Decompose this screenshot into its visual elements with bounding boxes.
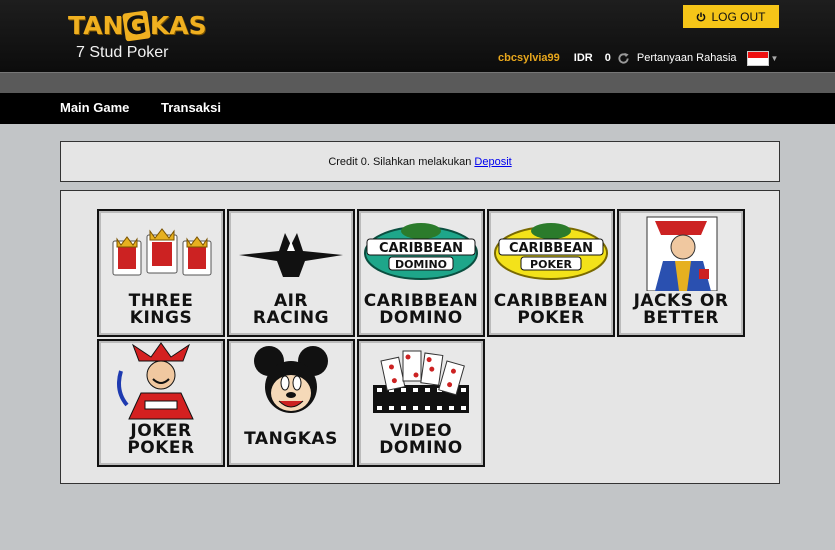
game-title: POKER [127,438,195,458]
game-tile-air-racing[interactable]: AIR RACING [227,209,355,337]
domino-film-icon [373,350,469,413]
header-divider-bar [0,72,835,93]
mickey-mouse-icon [254,346,328,413]
game-panel: THREE KINGS AIR RACING CARIBBEAN DOMINO … [60,190,780,484]
game-title: DOMINO [379,308,463,328]
game-tile-video-domino[interactable]: VIDEO DOMINO [357,339,485,467]
logo-text: CARIBBEAN [509,241,593,256]
game-title: TANGKAS [244,429,338,449]
logout-button[interactable]: LOG OUT [683,5,779,28]
three-kings-cards-icon [112,228,212,276]
tangkas-logo[interactable]: TANGKAS 7 Stud Poker [68,10,207,64]
game-tile-three-kings[interactable]: THREE KINGS [97,209,225,337]
indonesia-flag-icon[interactable] [746,50,769,66]
game-grid: THREE KINGS AIR RACING CARIBBEAN DOMINO … [97,209,745,467]
power-icon [697,12,706,22]
logo-wordmark: TANGKAS [68,9,207,42]
game-tile-tangkas[interactable]: TANGKAS [227,339,355,467]
deposit-link[interactable]: Deposit [474,156,511,168]
caribbean-poker-logo-icon: CARIBBEAN POKER [494,223,608,280]
game-title: POKER [517,308,585,328]
game-title: BETTER [643,308,719,328]
nav-item-transaksi[interactable]: Transaksi [161,100,221,115]
main-nav: Main Game Transaksi [0,93,835,124]
chevron-down-icon[interactable]: ▼ [771,54,779,63]
logo-text: DOMINO [395,258,447,271]
joker-icon [117,342,194,420]
game-title: KINGS [129,308,193,328]
logo-text: CARIBBEAN [379,241,463,256]
game-tile-caribbean-domino[interactable]: CARIBBEAN DOMINO CARIBBEAN DOMINO [357,209,485,337]
credit-message: Credit 0. Silahkan melakukan [328,155,472,168]
caribbean-domino-logo-icon: CARIBBEAN DOMINO [364,223,478,280]
nav-item-main-game[interactable]: Main Game [60,100,129,115]
logo-subtitle: 7 Stud Poker [76,44,169,61]
top-header: TANGKAS 7 Stud Poker LOG OUT cbcsylvia99… [0,0,835,72]
game-tile-joker-poker[interactable]: JOKER POKER [97,339,225,467]
currency-label: IDR [573,52,593,64]
fighter-jet-icon [239,233,343,277]
secret-question-link[interactable]: Pertanyaan Rahasia [637,52,737,64]
username[interactable]: cbcsylvia99 [498,52,560,64]
logout-label: LOG OUT [711,9,766,24]
balance-value: 0 [604,52,611,64]
account-bar: cbcsylvia99 IDR 0 Pertanyaan Rahasia ▼ [498,49,778,67]
logo-text: POKER [530,258,572,271]
game-tile-jacks-or-better[interactable]: JACKS OR BETTER [617,209,745,337]
game-tile-caribbean-poker[interactable]: CARIBBEAN POKER CARIBBEAN POKER [487,209,615,337]
jack-card-icon [646,216,718,291]
refresh-icon[interactable] [617,52,630,65]
game-title: RACING [252,308,330,328]
credit-notice: Credit 0. Silahkan melakukan Deposit [60,141,780,182]
game-title: DOMINO [379,438,463,458]
